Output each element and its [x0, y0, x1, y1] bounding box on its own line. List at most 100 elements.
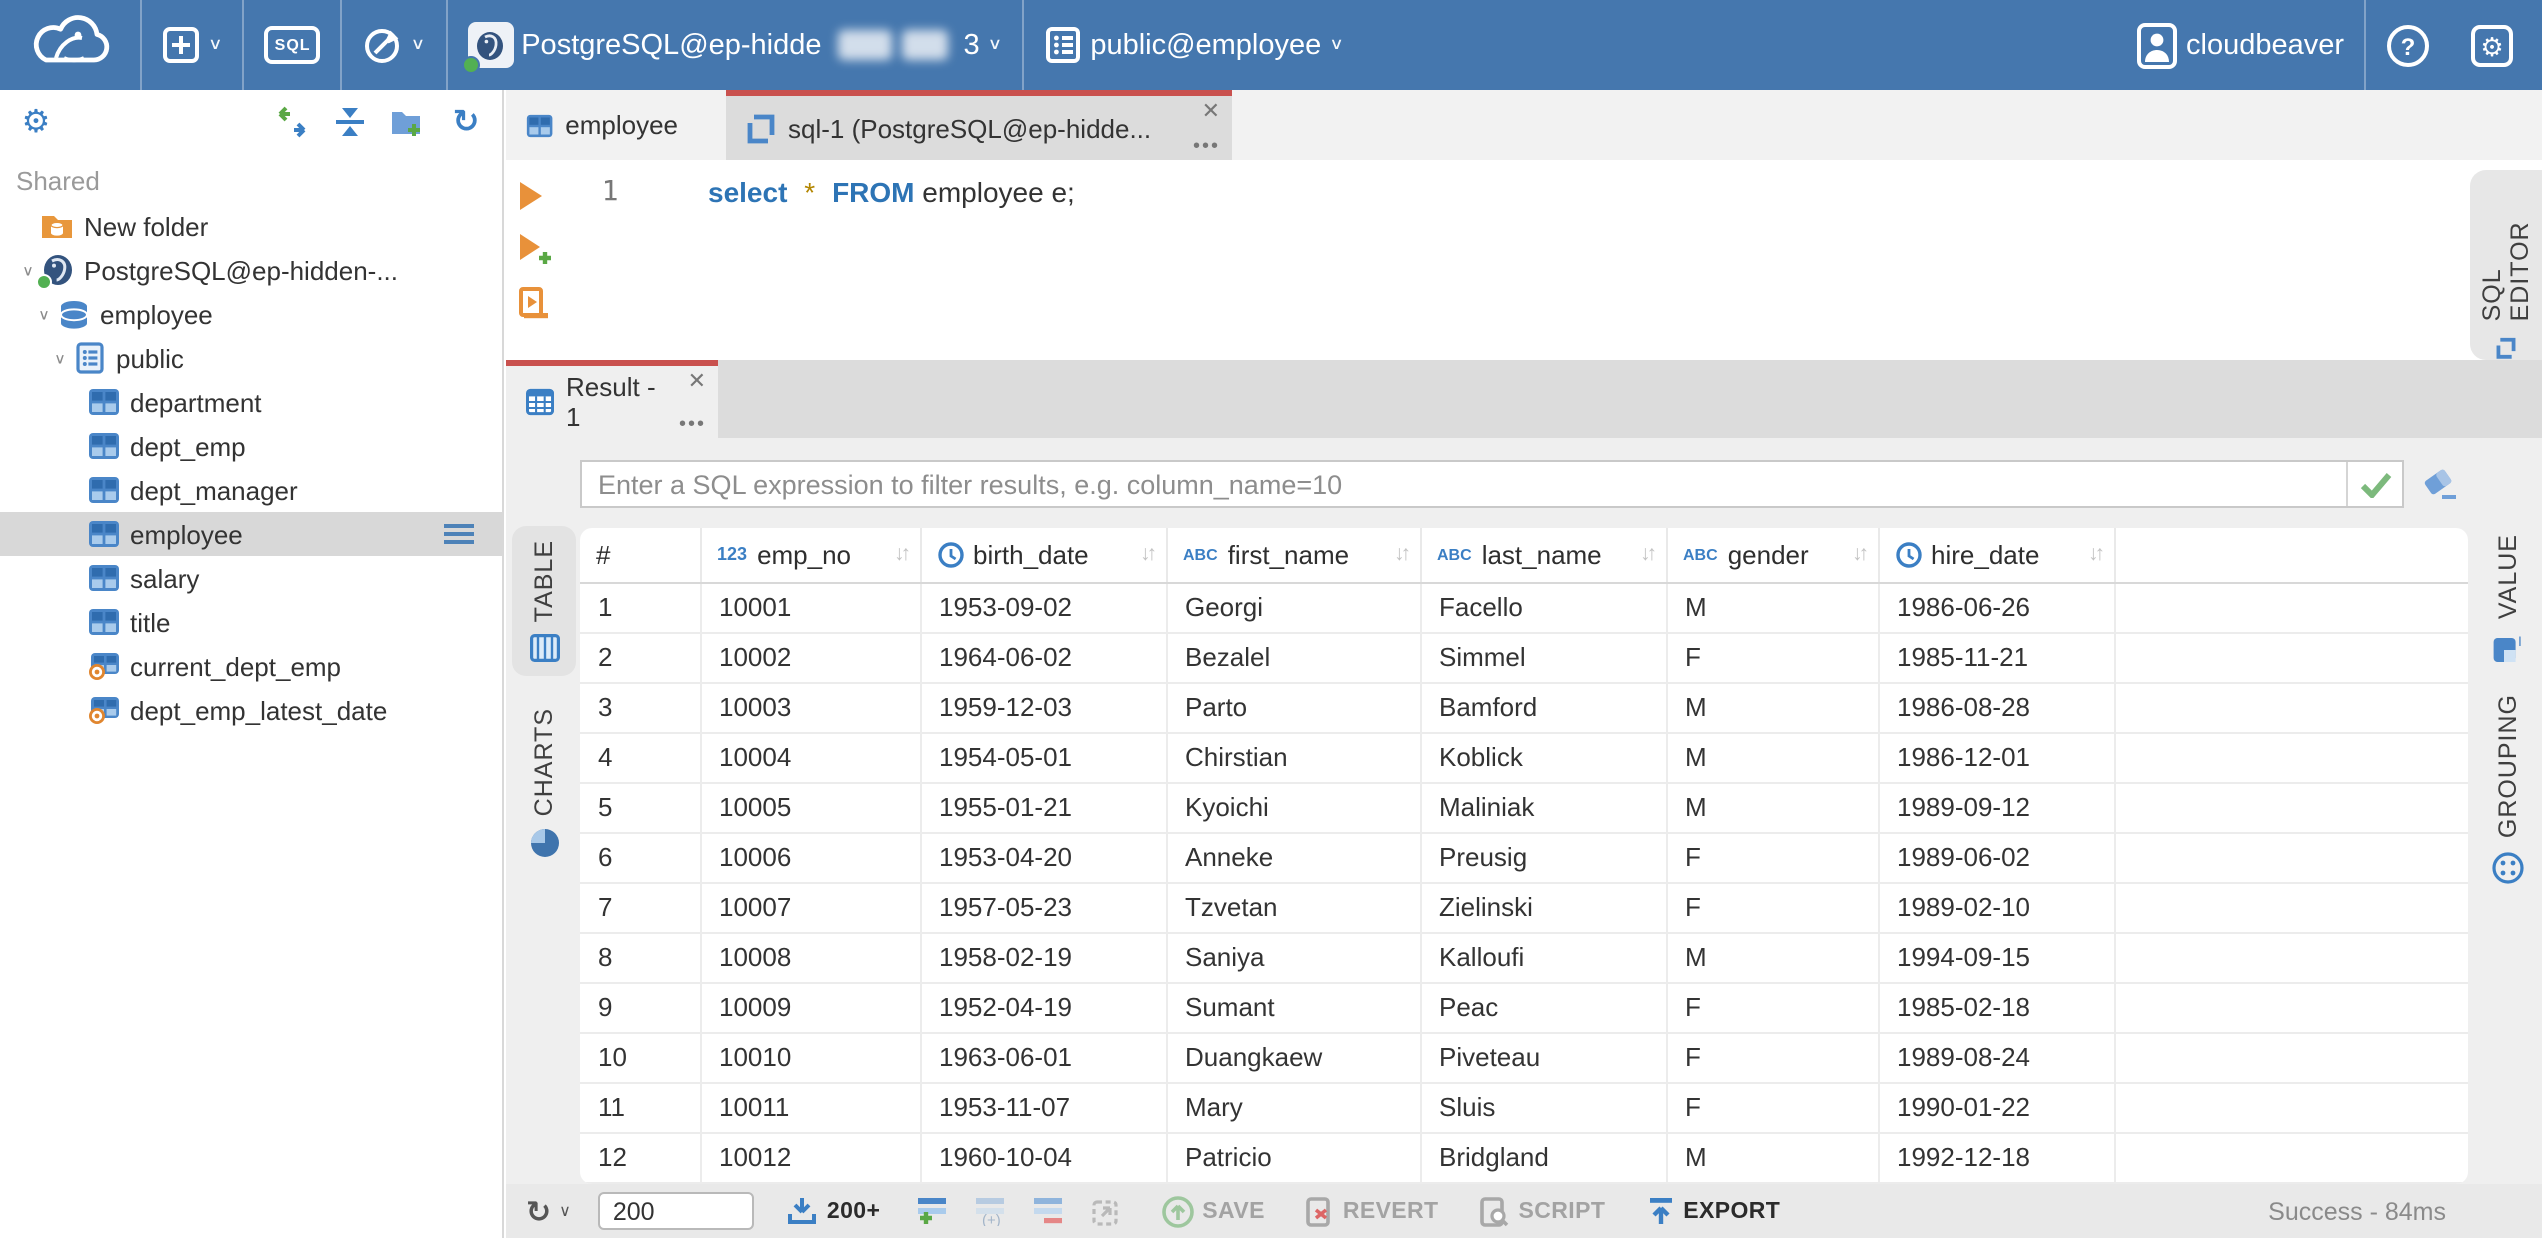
- tab-menu-icon[interactable]: •••: [1193, 136, 1220, 158]
- refresh-icon[interactable]: ↻: [446, 102, 486, 142]
- data-cell[interactable]: Maliniak: [1420, 782, 1667, 833]
- data-cell[interactable]: 1986-08-28: [1878, 682, 2115, 733]
- sort-arrows-icon[interactable]: ↓↑: [894, 543, 911, 567]
- column-header-last_name[interactable]: ABC last_name ↓↑: [1420, 528, 1667, 583]
- tree-item-department[interactable]: department: [0, 380, 502, 424]
- settings-button[interactable]: ⚙: [2450, 0, 2542, 90]
- data-cell[interactable]: 1985-02-18: [1878, 982, 2115, 1033]
- data-cell[interactable]: 10011: [700, 1082, 921, 1133]
- revert-button[interactable]: REVERT: [1305, 1195, 1439, 1227]
- data-cell[interactable]: 10005: [700, 782, 921, 833]
- row-number-cell[interactable]: 12: [580, 1132, 701, 1183]
- column-header-first_name[interactable]: ABC first_name ↓↑: [1166, 528, 1421, 583]
- data-cell[interactable]: M: [1666, 932, 1879, 983]
- data-cell[interactable]: 1957-05-23: [920, 882, 1167, 933]
- data-cell[interactable]: 1992-12-18: [1878, 1132, 2115, 1183]
- row-number-cell[interactable]: 8: [580, 932, 701, 983]
- tab-sql-editor-panel[interactable]: SQL EDITOR: [2470, 170, 2542, 360]
- execute-query-button[interactable]: [516, 180, 544, 222]
- close-icon[interactable]: ✕: [1202, 98, 1220, 124]
- data-cell[interactable]: F: [1666, 882, 1879, 933]
- row-number-cell[interactable]: 6: [580, 832, 701, 883]
- data-cell[interactable]: Chirstian: [1166, 732, 1421, 783]
- data-cell[interactable]: M: [1666, 782, 1879, 833]
- sql-code-line[interactable]: select * FROM employee e;: [708, 176, 1075, 210]
- tree-item-dept-emp-latest-date[interactable]: dept_emp_latest_date: [0, 688, 502, 732]
- chevron-down-icon[interactable]: ∨: [32, 306, 56, 322]
- data-cell[interactable]: F: [1666, 632, 1879, 683]
- data-cell[interactable]: 10006: [700, 832, 921, 883]
- collapse-all-icon[interactable]: [330, 102, 370, 142]
- tab-table-presentation[interactable]: TABLE: [512, 526, 576, 677]
- row-limit-input[interactable]: [598, 1192, 755, 1230]
- data-cell[interactable]: Mary: [1166, 1082, 1421, 1133]
- data-cell[interactable]: 1953-04-20: [920, 832, 1167, 883]
- save-button[interactable]: SAVE: [1162, 1195, 1265, 1227]
- connection-selector[interactable]: PostgreSQL@ep-hidde 3 ∨: [447, 0, 1022, 90]
- help-button[interactable]: ?: [2366, 0, 2450, 90]
- data-cell[interactable]: Simmel: [1420, 632, 1667, 683]
- tab-grouping-panel[interactable]: GROUPING: [2472, 694, 2542, 884]
- duplicate-row-button[interactable]: (+): [974, 1196, 1008, 1226]
- data-cell[interactable]: 1959-12-03: [920, 682, 1167, 733]
- data-cell[interactable]: Parto: [1166, 682, 1421, 733]
- sql-editor-button[interactable]: SQL: [245, 0, 341, 90]
- row-number-cell[interactable]: 1: [580, 582, 701, 633]
- user-menu[interactable]: cloudbeaver: [2116, 0, 2364, 90]
- tree-item-public[interactable]: ∨ public: [0, 336, 502, 380]
- data-cell[interactable]: 1953-11-07: [920, 1082, 1167, 1133]
- data-cell[interactable]: Preusig: [1420, 832, 1667, 883]
- data-cell[interactable]: 1986-12-01: [1878, 732, 2115, 783]
- close-icon[interactable]: ✕: [688, 368, 706, 394]
- data-cell[interactable]: Zielinski: [1420, 882, 1667, 933]
- data-cell[interactable]: 1953-09-02: [920, 582, 1167, 633]
- data-cell[interactable]: F: [1666, 832, 1879, 883]
- clear-filter-button[interactable]: [2420, 466, 2460, 502]
- new-folder-icon[interactable]: [388, 102, 428, 142]
- execute-script-button[interactable]: [516, 286, 550, 330]
- data-cell[interactable]: 10003: [700, 682, 921, 733]
- chevron-down-icon[interactable]: ∨: [16, 262, 40, 278]
- data-cell[interactable]: M: [1666, 582, 1879, 633]
- refresh-result-button[interactable]: ↻ ∨: [526, 1193, 571, 1229]
- tree-item-new-folder[interactable]: New folder: [0, 204, 502, 248]
- column-header-emp_no[interactable]: 123 emp_no ↓↑: [700, 528, 921, 583]
- data-cell[interactable]: Peac: [1420, 982, 1667, 1033]
- data-cell[interactable]: 10002: [700, 632, 921, 683]
- tab-menu-icon[interactable]: •••: [679, 414, 706, 436]
- add-row-button[interactable]: [916, 1196, 950, 1226]
- data-cell[interactable]: Facello: [1420, 582, 1667, 633]
- column-header-hire_date[interactable]: hire_date ↓↑: [1878, 528, 2115, 583]
- tab-charts-presentation[interactable]: CHARTS: [512, 694, 576, 872]
- data-cell[interactable]: Anneke: [1166, 832, 1421, 883]
- tree-item-dept-emp[interactable]: dept_emp: [0, 424, 502, 468]
- data-cell[interactable]: Kalloufi: [1420, 932, 1667, 983]
- data-cell[interactable]: 10009: [700, 982, 921, 1033]
- schema-selector[interactable]: public@employee ∨: [1024, 0, 1364, 90]
- data-cell[interactable]: 1989-09-12: [1878, 782, 2115, 833]
- tree-item-menu-icon[interactable]: [444, 524, 474, 544]
- sort-arrows-icon[interactable]: ↓↑: [2088, 543, 2105, 567]
- row-number-cell[interactable]: 7: [580, 882, 701, 933]
- execute-new-tab-button[interactable]: [516, 232, 554, 278]
- data-cell[interactable]: 1990-01-22: [1878, 1082, 2115, 1133]
- sidebar-settings-gear-icon[interactable]: ⚙: [16, 102, 56, 142]
- data-cell[interactable]: F: [1666, 1032, 1879, 1083]
- data-cell[interactable]: Sumant: [1166, 982, 1421, 1033]
- data-cell[interactable]: 10008: [700, 932, 921, 983]
- data-cell[interactable]: Piveteau: [1420, 1032, 1667, 1083]
- data-cell[interactable]: Bezalel: [1166, 632, 1421, 683]
- data-cell[interactable]: 1963-06-01: [920, 1032, 1167, 1083]
- column-header-birth_date[interactable]: birth_date ↓↑: [920, 528, 1167, 583]
- tab-sql-1[interactable]: sql-1 (PostgreSQL@ep-hidde... ✕ •••: [726, 90, 1232, 160]
- data-cell[interactable]: 1986-06-26: [1878, 582, 2115, 633]
- data-cell[interactable]: M: [1666, 682, 1879, 733]
- data-cell[interactable]: Saniya: [1166, 932, 1421, 983]
- tree-item-title[interactable]: title: [0, 600, 502, 644]
- sort-arrows-icon[interactable]: ↓↑: [1640, 543, 1657, 567]
- tree-item-postgresql-ep-hidden-[interactable]: ∨ PostgreSQL@ep-hidden-...: [0, 248, 502, 292]
- tree-item-current-dept-emp[interactable]: current_dept_emp: [0, 644, 502, 688]
- data-cell[interactable]: Patricio: [1166, 1132, 1421, 1183]
- row-number-cell[interactable]: 11: [580, 1082, 701, 1133]
- data-cell[interactable]: 10012: [700, 1132, 921, 1183]
